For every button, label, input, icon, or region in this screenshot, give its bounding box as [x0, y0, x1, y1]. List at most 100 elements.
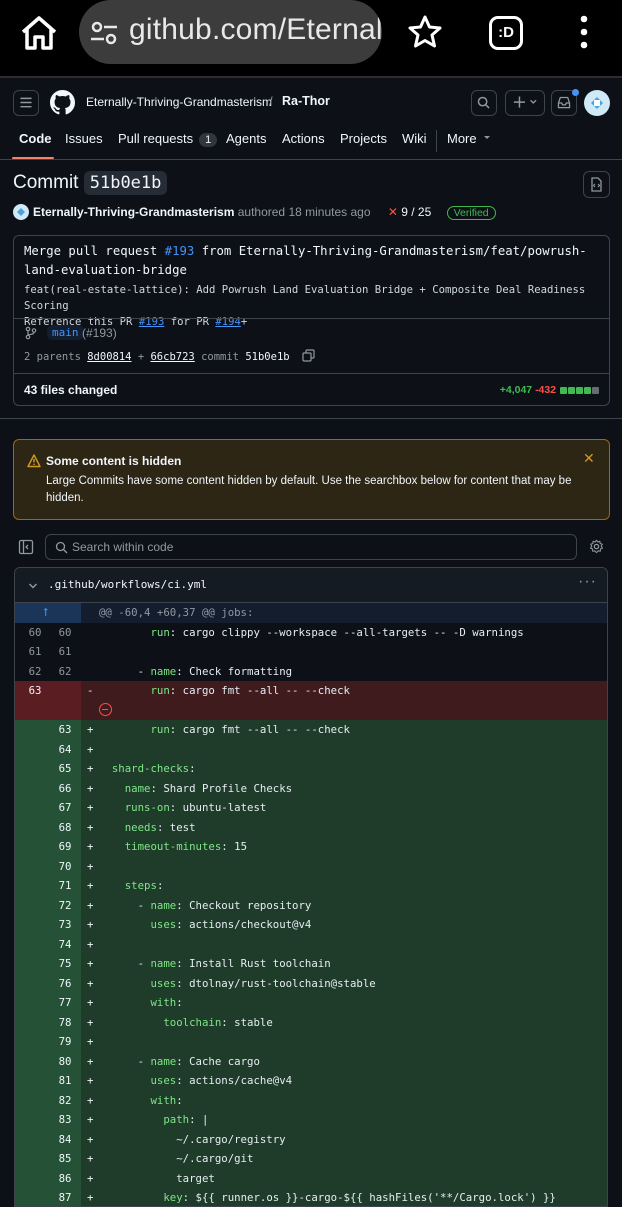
diff-sign: + — [87, 1054, 94, 1068]
browse-files-button[interactable] — [583, 171, 610, 198]
new-line-number[interactable]: 78 — [47, 1013, 83, 1033]
new-line-number[interactable]: 65 — [47, 759, 83, 779]
sidebar-toggle-icon[interactable] — [18, 539, 34, 555]
file-code-icon — [591, 177, 602, 192]
new-line-number[interactable]: 63 — [47, 720, 83, 740]
browser-menu-icon[interactable] — [574, 14, 594, 50]
author-avatar[interactable] — [13, 204, 29, 220]
notice-body: Large Commits have some content hidden b… — [46, 475, 572, 504]
diff-line-added: 85 + ~/.cargo/git — [15, 1149, 607, 1169]
search-input[interactable]: Search within code — [45, 534, 577, 560]
new-line-number[interactable]: 66 — [47, 779, 83, 799]
new-line-number[interactable]: 61 — [47, 642, 83, 662]
tab-wiki[interactable]: Wiki — [402, 131, 427, 146]
tab-actions[interactable]: Actions — [282, 131, 325, 146]
commit-label: commit — [201, 351, 240, 363]
new-line-number[interactable]: 75 — [47, 954, 83, 974]
bookmark-star-icon[interactable] — [407, 14, 443, 50]
create-new-button[interactable] — [505, 90, 545, 116]
new-line-number[interactable]: 71 — [47, 876, 83, 896]
diff-sign: + — [87, 801, 94, 814]
browser-toolbar: github.com/Eternally-Thriving-Grandmaste… — [0, 0, 622, 78]
diff-line-added: 69 + timeout-minutes: 15 — [15, 837, 607, 857]
search-button[interactable] — [471, 90, 497, 116]
new-line-number[interactable]: 82 — [47, 1091, 83, 1111]
commit-message-title: Merge pull request #193 from Eternally-T… — [24, 242, 594, 280]
new-line-number[interactable]: 60 — [47, 623, 83, 643]
diff-line-added: 74 + — [15, 934, 607, 955]
new-line-number[interactable]: 81 — [47, 1071, 83, 1091]
github-logo-icon[interactable] — [50, 90, 75, 115]
code-text: with: — [150, 1093, 183, 1107]
diff-line-context: 60 60 run: cargo clippy --workspace --all… — [15, 622, 607, 643]
new-line-number[interactable]: 86 — [47, 1169, 83, 1189]
diff-sign: + — [87, 1132, 94, 1146]
new-line-number[interactable]: 77 — [47, 993, 83, 1013]
diff-line-added: 66 + name: Shard Profile Checks — [15, 778, 607, 799]
site-settings-icon[interactable] — [89, 18, 119, 48]
new-line-number[interactable]: 84 — [47, 1130, 83, 1150]
new-line-number[interactable]: 69 — [47, 837, 83, 857]
checks-status[interactable]: ✕ 9 / 25 — [388, 205, 431, 219]
diff-line-added: 84 + ~/.cargo/registry — [15, 1129, 607, 1150]
new-line-number[interactable]: 85 — [47, 1149, 83, 1169]
diff-sign: + — [87, 859, 94, 873]
new-line-number[interactable]: 72 — [47, 896, 83, 916]
new-line-number[interactable]: 74 — [47, 935, 83, 955]
new-line-number[interactable]: 70 — [47, 857, 83, 877]
repo-name[interactable]: Ra-Thor — [282, 94, 330, 108]
close-icon[interactable]: ✕ — [583, 450, 595, 467]
new-line-number[interactable]: 64 — [47, 740, 83, 760]
author-link[interactable]: Eternally-Thriving-Grandmasterism — [33, 205, 234, 219]
new-line-number[interactable]: 87 — [47, 1188, 83, 1206]
code-text: name: Shard Profile Checks — [124, 781, 293, 795]
new-line-number[interactable]: 68 — [47, 818, 83, 838]
diff-line-added: 76 + uses: dtolnay/rust-toolchain@stable — [15, 973, 607, 994]
repo-owner[interactable]: Eternally-Thriving-Grandmasterism — [86, 95, 272, 109]
tab-projects[interactable]: Projects — [340, 131, 387, 146]
old-line-number[interactable]: 63 — [17, 681, 53, 701]
pr-link[interactable]: #193 — [165, 244, 195, 258]
address-bar[interactable]: github.com/Eternally-Thriving-Grandmaste… — [79, 0, 382, 64]
github-header: Eternally-Thriving-Grandmasterism / Ra-T… — [0, 80, 622, 124]
search-icon — [55, 541, 68, 554]
new-line-number[interactable]: 79 — [47, 1032, 83, 1052]
tab-pull-requests[interactable]: Pull requests 1 — [118, 131, 218, 147]
file-path[interactable]: .github/workflows/ci.yml — [48, 578, 207, 591]
parent-sha-link[interactable]: 66cb723 — [150, 351, 194, 363]
commit-sha-heading: 51b0e1b — [83, 171, 168, 195]
tab-more[interactable]: More — [447, 131, 494, 146]
diff-line-added: 81 + uses: actions/cache@v4 — [15, 1071, 607, 1091]
code-text: - name: Check formatting — [99, 664, 293, 678]
code-text: ~/.cargo/git — [99, 1152, 254, 1165]
new-line-number[interactable]: 83 — [47, 1110, 83, 1130]
code-text: run: cargo fmt --all -- --check — [150, 684, 350, 697]
kebab-menu-icon[interactable]: ··· — [578, 573, 597, 591]
new-line-number[interactable]: 67 — [47, 798, 83, 818]
url-text: github.com/Eternally-Thriving-Grandmaste… — [129, 13, 382, 46]
diff-sign: + — [87, 996, 94, 1009]
new-line-number[interactable]: 62 — [47, 662, 83, 682]
home-icon[interactable] — [20, 15, 58, 51]
new-line-number[interactable]: 76 — [47, 974, 83, 994]
tab-code[interactable]: Code — [19, 131, 52, 146]
copy-icon[interactable] — [302, 349, 316, 363]
branch-label[interactable]: main — [47, 325, 84, 340]
new-line-number[interactable]: 80 — [47, 1052, 83, 1072]
gear-icon[interactable] — [589, 539, 604, 554]
notification-dot — [572, 89, 579, 96]
tab-issues[interactable]: Issues — [65, 131, 103, 146]
menu-button[interactable] — [13, 90, 39, 116]
verified-badge[interactable]: Verified — [446, 206, 496, 220]
tab-agents[interactable]: Agents — [226, 131, 266, 146]
chevron-down-icon — [483, 136, 490, 139]
hamburger-icon — [20, 97, 32, 108]
chevron-down-icon[interactable] — [27, 580, 39, 592]
minus-circle-icon[interactable] — [99, 703, 112, 716]
new-line-number[interactable]: 73 — [47, 915, 83, 935]
hidden-content-notice: Some content is hidden Large Commits hav… — [13, 439, 610, 520]
parent-sha-link[interactable]: 8d00814 — [87, 351, 131, 363]
tab-switcher-button[interactable]: :D — [489, 16, 523, 50]
user-avatar[interactable] — [584, 90, 610, 116]
commit-body-line: feat(real-estate-lattice): Add Powrush L… — [24, 284, 586, 312]
